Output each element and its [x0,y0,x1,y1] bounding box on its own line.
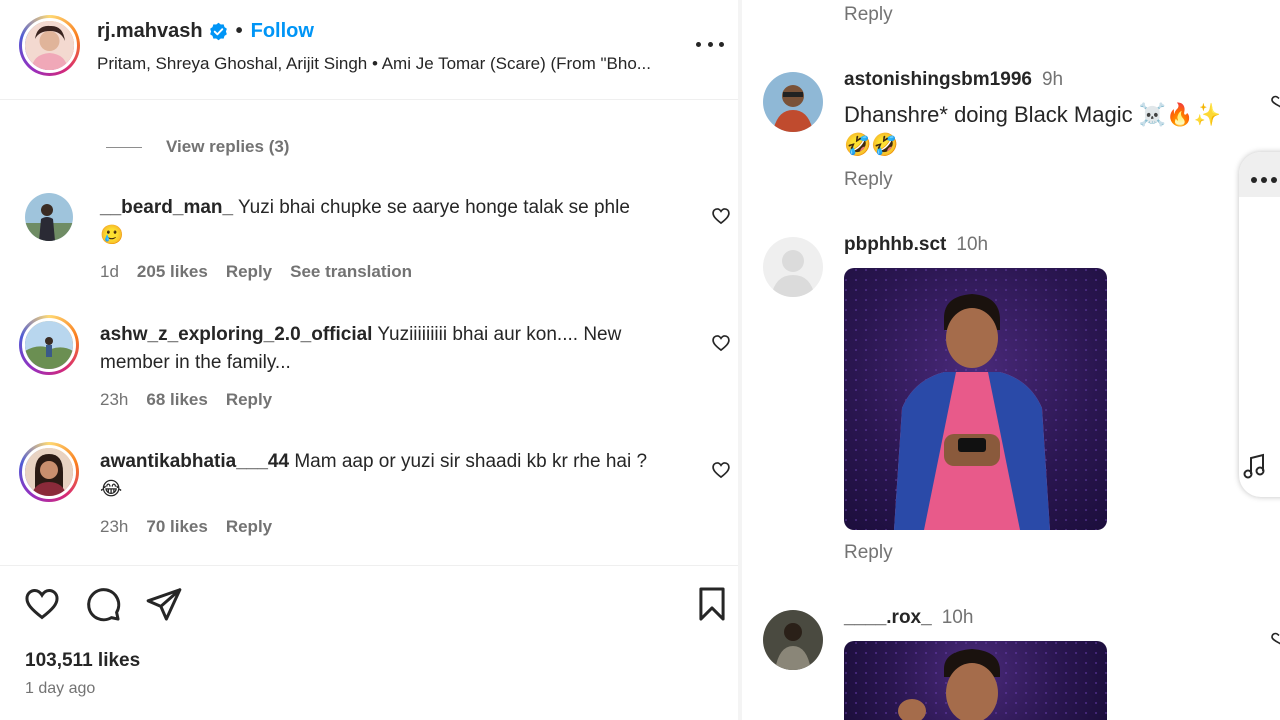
author-username[interactable]: rj.mahvash [97,20,203,43]
separator-dot: • [235,20,243,42]
like-comment-heart-icon[interactable] [711,206,731,226]
post-comments-panel: rj.mahvash • Follow Pritam, Shreya Ghosh… [0,0,738,720]
post-header: rj.mahvash • Follow Pritam, Shreya Ghosh… [0,0,738,100]
commenter-username[interactable]: ____.rox_ [844,607,932,628]
comment-emoji: 🥲 [100,225,124,246]
reply-button[interactable]: Reply [844,4,893,26]
widget-menu-icon[interactable] [1251,177,1277,183]
comment-meta: 23h 68 likes Reply [100,390,272,410]
commenter-username[interactable]: pbphhb.sct [844,234,946,255]
commenter-username[interactable]: ashw_z_exploring_2.0_official [100,324,372,345]
comment-meta: 1d 205 likes Reply See translation [100,262,412,282]
reply-button[interactable]: Reply [226,390,272,410]
comment-time: 23h [100,517,129,536]
comment-item: awantikabhatia___44 Mam aap or yuzi sir … [0,442,738,552]
comment-text: Mam aap or yuzi sir shaadi kb kr rhe hai… [294,451,648,472]
comment-time: 9h [1041,69,1064,90]
comment-header: ____.rox_ 10h [844,607,973,629]
comment-likes[interactable]: 205 likes [137,262,208,282]
comment-time: 23h [100,390,129,409]
commenter-username[interactable]: __beard_man_ [100,197,233,218]
comment-text: Dhanshre* doing Black Magic ☠️🔥✨ 🤣🤣 [844,102,1221,157]
author-avatar[interactable] [19,15,80,76]
default-avatar-icon[interactable] [763,237,823,297]
comment-image[interactable] [844,268,1107,530]
comment-time: 1d [100,262,119,281]
author-row: rj.mahvash • Follow [97,20,314,43]
more-options-icon[interactable] [696,34,724,54]
commenter-avatar[interactable] [763,610,823,670]
like-comment-heart-icon[interactable] [1270,95,1280,111]
reply-button[interactable]: Reply [226,517,272,537]
follow-button[interactable]: Follow [251,20,314,43]
comment-likes[interactable]: 70 likes [146,517,207,537]
reply-button[interactable]: Reply [226,262,272,282]
comment-time: 10h [941,607,974,628]
comment-text: Yuzi bhai chupke se aarye honge talak se… [238,197,630,218]
music-note-icon[interactable] [1241,452,1267,482]
heart-icon[interactable] [23,585,61,623]
comment-emoji: 😂 [100,479,123,500]
comment-time: 10h [956,234,989,255]
commenter-avatar[interactable] [19,442,79,502]
post-timestamp: 1 day ago [25,680,96,697]
see-translation-button[interactable]: See translation [290,262,412,282]
reply-thread-panel: Reply astonishingsbm1996 9h Dhanshre* doi… [742,0,1280,720]
like-comment-heart-icon[interactable] [711,460,731,480]
comment-body: ashw_z_exploring_2.0_official Yuziiiiiii… [100,321,690,377]
comment-icon[interactable] [84,585,122,623]
view-replies-label: View replies (3) [166,137,290,156]
view-replies-button[interactable]: View replies (3) [106,137,289,157]
commenter-avatar[interactable] [763,72,823,132]
like-comment-heart-icon[interactable] [1270,632,1280,648]
comment-item: ashw_z_exploring_2.0_official Yuziiiiiii… [0,315,738,425]
audio-track-link[interactable]: Pritam, Shreya Ghoshal, Arijit Singh • A… [97,54,677,74]
share-icon[interactable] [145,585,183,623]
commenter-username[interactable]: astonishingsbm1996 [844,69,1032,90]
verified-badge-icon [209,22,227,41]
commenter-username[interactable]: awantikabhatia___44 [100,451,289,472]
commenter-avatar[interactable] [25,193,73,241]
like-comment-heart-icon[interactable] [711,333,731,353]
comment-likes[interactable]: 68 likes [146,390,207,410]
comment-body: __beard_man_ Yuzi bhai chupke se aarye h… [100,194,700,250]
commenter-avatar[interactable] [19,315,79,375]
post-actions: 103,511 likes 1 day ago [0,565,738,720]
comment-item: __beard_man_ Yuzi bhai chupke se aarye h… [0,190,738,300]
bookmark-icon[interactable] [693,585,731,623]
comment-header: pbphhb.sct 10h [844,234,988,256]
reply-button[interactable]: Reply [844,542,893,564]
replies-line [106,146,142,148]
widget-header [1239,152,1280,197]
comment-header: astonishingsbm1996 9h [844,69,1063,91]
reply-button[interactable]: Reply [844,169,893,191]
post-likes-count[interactable]: 103,511 likes [25,650,140,672]
comment-meta: 23h 70 likes Reply [100,517,272,537]
floating-widget[interactable] [1239,152,1280,497]
comment-image[interactable] [844,641,1107,720]
comment-body: awantikabhatia___44 Mam aap or yuzi sir … [100,448,700,504]
